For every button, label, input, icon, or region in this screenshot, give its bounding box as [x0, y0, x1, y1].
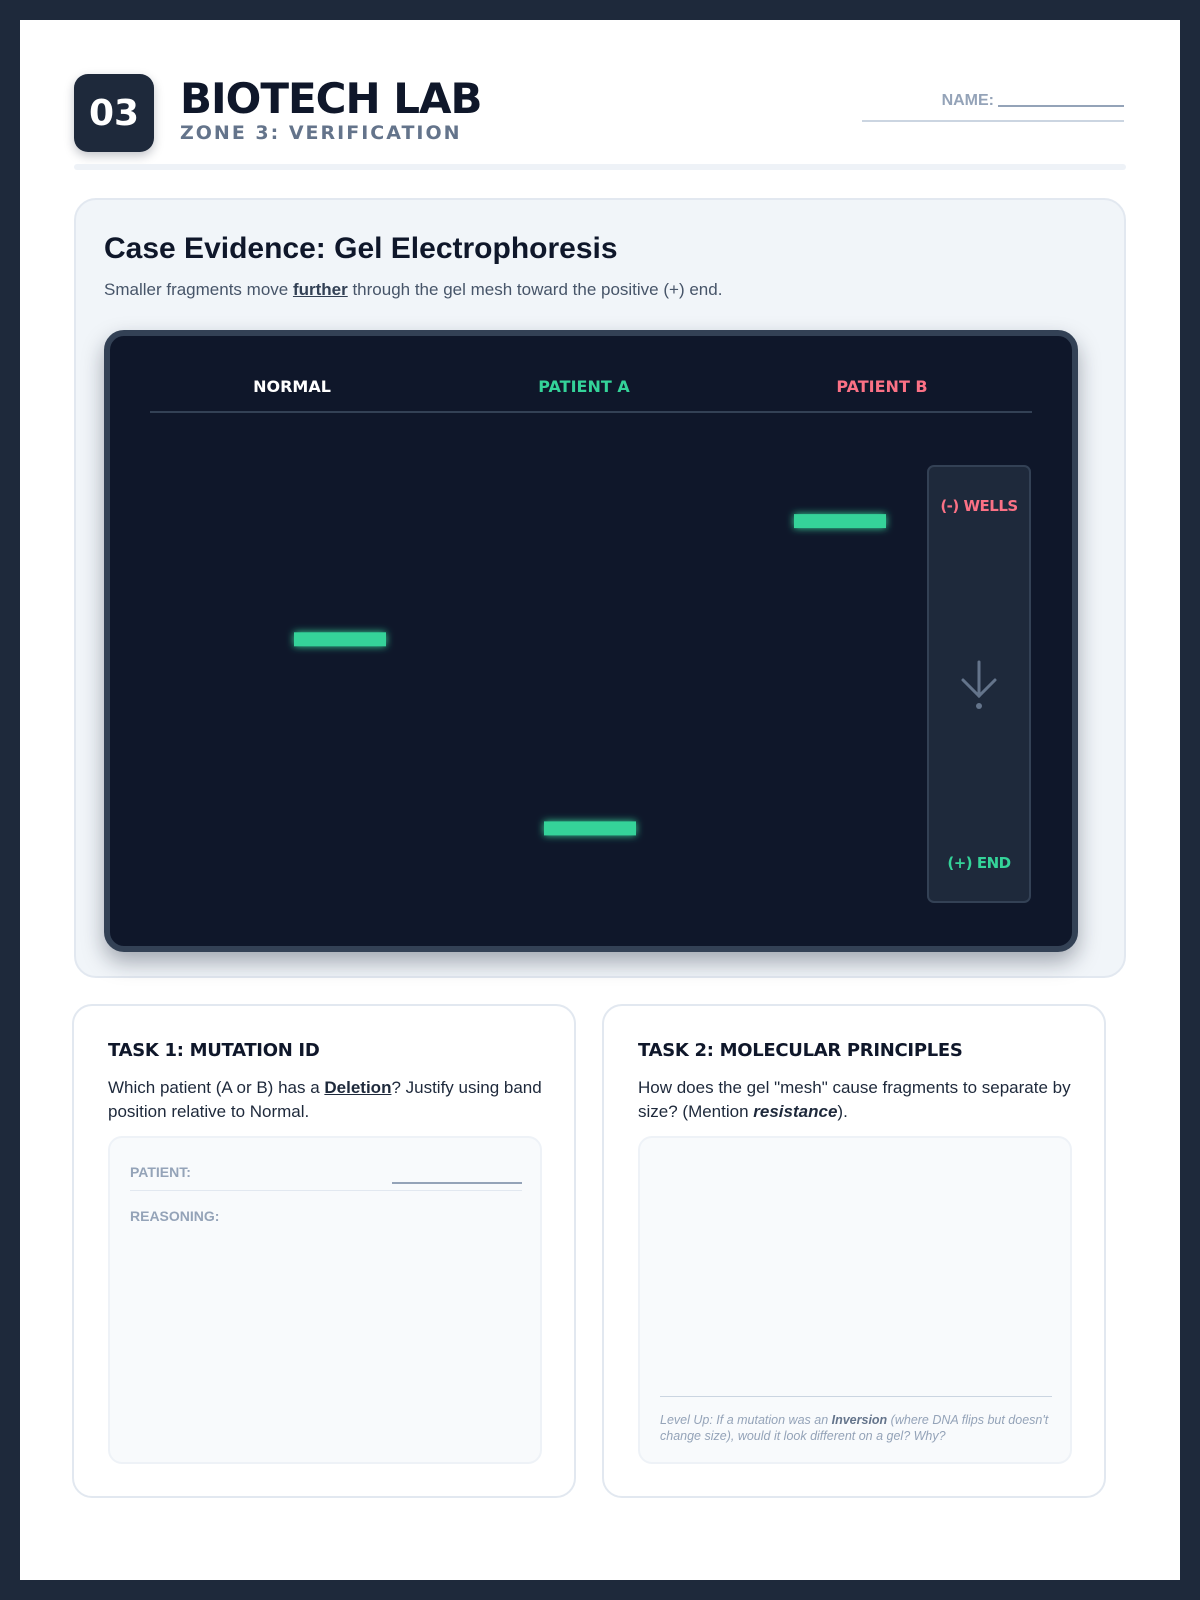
name-blank-line	[998, 93, 1124, 107]
evidence-desc-text-end: through the gel mesh toward the positive…	[347, 280, 723, 299]
gel-band-normal	[294, 632, 386, 647]
lane-label-patient-b: PATIENT B	[836, 377, 927, 396]
level-up-note: Level Up: If a mutation was an Inversion…	[660, 1412, 1052, 1444]
gel-svg: NORMAL PATIENT A PATIENT B (-) WELLS (+)…	[150, 377, 1032, 903]
task-2-question-text-end: ).	[837, 1102, 848, 1121]
task-2-question: How does the gel "mesh" cause fragments …	[638, 1076, 1078, 1124]
task-1-question-text: Which patient (A or B) has a	[108, 1078, 325, 1097]
legend-wells-label: (-) WELLS	[940, 497, 1017, 515]
task-1-card: TASK 1: MUTATION ID Which patient (A or …	[72, 1004, 576, 1498]
worksheet-page: 03 BIOTECH LAB ZONE 3: VERIFICATION NAME…	[20, 20, 1180, 1580]
gel-panel: NORMAL PATIENT A PATIENT B (-) WELLS (+)…	[104, 330, 1078, 952]
level-up-emphasis: Inversion	[831, 1413, 888, 1427]
evidence-card: Case Evidence: Gel Electrophoresis Small…	[74, 198, 1126, 978]
task-1-answer-box[interactable]: PATIENT: REASONING:	[108, 1136, 542, 1464]
page-subtitle: ZONE 3: VERIFICATION	[180, 122, 462, 144]
evidence-title: Case Evidence: Gel Electrophoresis	[104, 232, 618, 265]
gel-band-patient-b	[794, 514, 886, 529]
level-up-divider	[660, 1396, 1052, 1397]
header-divider	[74, 164, 1126, 170]
task-1-title: TASK 1: MUTATION ID	[108, 1040, 320, 1061]
evidence-desc-emphasis: further	[292, 280, 348, 299]
task-1-question: Which patient (A or B) has a Deletion? J…	[108, 1076, 548, 1124]
evidence-desc-text: Smaller fragments move	[104, 280, 293, 299]
page-title: BIOTECH LAB	[180, 74, 483, 123]
task-2-question-text: How does the gel "mesh" cause fragments …	[638, 1078, 1071, 1121]
task-1-question-emphasis: Deletion	[324, 1078, 392, 1097]
patient-label: PATIENT:	[130, 1164, 191, 1180]
legend-positive-end-label: (+) END	[947, 854, 1010, 872]
patient-divider	[130, 1190, 522, 1191]
name-label: NAME:	[941, 92, 994, 109]
task-2-title: TASK 2: MOLECULAR PRINCIPLES	[638, 1040, 963, 1061]
task-2-answer-box[interactable]: Level Up: If a mutation was an Inversion…	[638, 1136, 1072, 1464]
task-2-card: TASK 2: MOLECULAR PRINCIPLES How does th…	[602, 1004, 1106, 1498]
level-up-text: Level Up: If a mutation was an	[660, 1413, 832, 1427]
zone-number-badge: 03	[74, 74, 154, 152]
reasoning-label: REASONING:	[130, 1208, 220, 1224]
name-field[interactable]: NAME:	[862, 92, 1124, 122]
patient-answer-line[interactable]	[392, 1182, 522, 1184]
lane-label-patient-a: PATIENT A	[538, 377, 630, 396]
gel-band-patient-a	[544, 821, 636, 836]
task-2-question-emphasis: resistance	[753, 1102, 838, 1121]
lane-label-normal: NORMAL	[253, 377, 331, 396]
evidence-description: Smaller fragments move further through t…	[104, 280, 722, 300]
